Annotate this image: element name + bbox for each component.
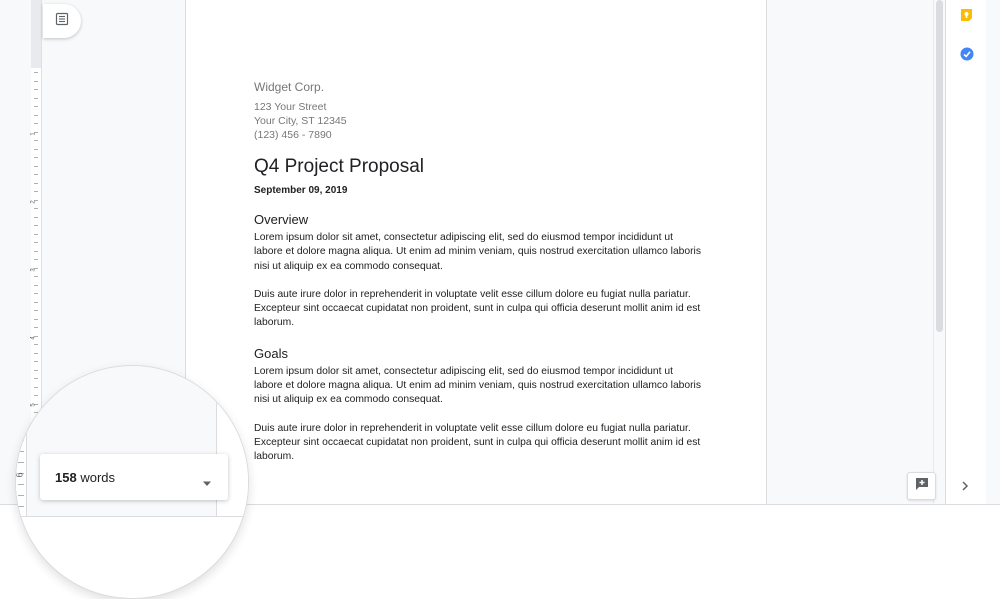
- company-name: Widget Corp.: [254, 80, 325, 94]
- ruler-tick: [34, 149, 38, 150]
- document-body[interactable]: Widget Corp. 123 Your Street Your City, …: [254, 80, 704, 465]
- add-comment-icon: [915, 477, 929, 496]
- ruler-tick: [18, 374, 24, 375]
- ruler-tick: [34, 327, 38, 328]
- ruler-tick: [34, 157, 38, 158]
- ruler-tick: [34, 183, 38, 184]
- document-title: Q4 Project Proposal: [254, 156, 425, 177]
- document-outline-icon: [55, 12, 69, 31]
- add-comment-button[interactable]: [907, 472, 936, 500]
- ruler-tick: [18, 407, 24, 408]
- chevron-right-icon[interactable]: [960, 479, 970, 497]
- ruler-tick: [18, 440, 24, 441]
- ruler-top-margin: [31, 0, 41, 68]
- ruler-tick: [34, 208, 38, 209]
- paragraph: Lorem ipsum dolor sit amet, consectetur …: [254, 365, 701, 406]
- paragraph: Duis aute irure dolor in reprehenderit i…: [254, 422, 701, 463]
- document-page[interactable]: Widget Corp. 123 Your Street Your City, …: [185, 0, 767, 505]
- ruler-tick: [18, 451, 24, 452]
- magnified-ruler: 6: [16, 366, 27, 516]
- ruler-number: 2: [30, 200, 37, 204]
- ruler-tick: [34, 123, 38, 124]
- tasks-icon[interactable]: [960, 47, 974, 66]
- ruler-tick: [34, 234, 38, 235]
- ruler-tick: [34, 225, 38, 226]
- ruler-tick: [34, 242, 38, 243]
- ruler-tick: [34, 319, 38, 320]
- address-line: (123) 456 - 7890: [254, 129, 332, 141]
- ruler-tick: [34, 106, 38, 107]
- side-panel: [945, 0, 986, 505]
- caret-down-icon[interactable]: [202, 474, 212, 492]
- ruler-tick: [34, 191, 38, 192]
- ruler-tick: [34, 140, 38, 141]
- ruler-tick: [34, 115, 38, 116]
- ruler-tick: [34, 251, 38, 252]
- keep-icon[interactable]: [960, 8, 973, 27]
- ruler-tick: [34, 166, 38, 167]
- ruler-tick: [18, 462, 24, 463]
- ruler-tick: [34, 276, 38, 277]
- word-count-number: 158: [55, 469, 77, 485]
- ruler-tick: [18, 418, 24, 419]
- ruler-tick: [34, 174, 38, 175]
- ruler-tick: [18, 484, 24, 485]
- ruler-tick: [34, 361, 38, 362]
- section-heading: Overview: [254, 212, 309, 227]
- ruler-tick: [34, 353, 38, 354]
- ruler-number: 3: [30, 268, 37, 272]
- ruler-tick: [34, 285, 38, 286]
- ruler-tick: [18, 396, 24, 397]
- ruler-tick: [18, 429, 24, 430]
- ruler-tick: [34, 293, 38, 294]
- ruler-number: 4: [30, 336, 37, 340]
- word-count-label: words: [80, 469, 116, 485]
- ruler-tick: [18, 385, 24, 386]
- word-count-magnifier: 6 158 words: [15, 365, 249, 599]
- address-line: 123 Your Street: [254, 101, 327, 113]
- ruler-tick: [18, 506, 24, 507]
- scrollbar-thumb[interactable]: [936, 0, 943, 332]
- ruler-tick: [34, 302, 38, 303]
- document-date: September 09, 2019: [254, 185, 348, 196]
- ruler-tick: [18, 495, 24, 496]
- ruler-tick: [34, 344, 38, 345]
- document-outline-button[interactable]: [43, 4, 81, 38]
- ruler-tick: [34, 310, 38, 311]
- magnified-editor-border: [16, 516, 248, 517]
- paragraph: Duis aute irure dolor in reprehenderit i…: [254, 288, 701, 329]
- ruler-tick: [34, 98, 38, 99]
- ruler-tick: [34, 259, 38, 260]
- ruler-number: 6: [15, 472, 25, 478]
- section-heading: Goals: [254, 345, 288, 361]
- ruler-tick: [34, 81, 38, 82]
- word-count-text: 158 words: [55, 470, 115, 485]
- ruler-number: 1: [30, 132, 37, 136]
- word-count-badge[interactable]: 158 words: [40, 454, 228, 500]
- ruler-tick: [34, 72, 38, 73]
- ruler-tick: [34, 217, 38, 218]
- paragraph: Lorem ipsum dolor sit amet, consectetur …: [254, 232, 701, 272]
- ruler-tick: [34, 89, 38, 90]
- address-line: Your City, ST 12345: [254, 115, 347, 127]
